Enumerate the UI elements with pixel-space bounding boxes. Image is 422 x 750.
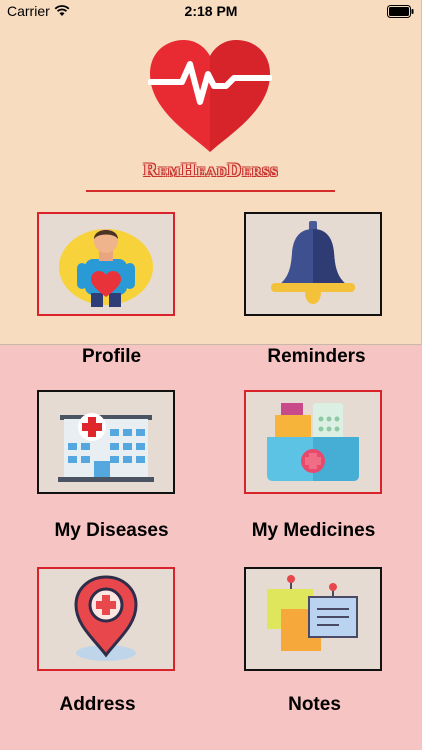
my-medicines-label: My Medicines: [251, 520, 376, 541]
status-bar: Carrier 2:18 PM: [0, 0, 422, 22]
hospital-icon: [58, 413, 154, 482]
profile-label: Profile: [81, 346, 142, 367]
reminders-label: Reminders: [267, 346, 366, 367]
notes-button[interactable]: [244, 567, 382, 671]
heart-pulse-logo-icon: [148, 40, 272, 152]
bell-icon: [271, 221, 355, 304]
clock-time: 2:18 PM: [184, 3, 238, 19]
app-title: RemHeadDerss: [143, 160, 279, 181]
title-divider: [86, 190, 335, 192]
my-diseases-button[interactable]: [37, 390, 175, 494]
address-label: Address: [59, 694, 136, 715]
profile-button[interactable]: [37, 212, 175, 316]
my-diseases-label: My Diseases: [54, 520, 169, 541]
notes-label: Notes: [288, 694, 341, 715]
profile-icon: [59, 229, 153, 307]
battery-icon: [387, 5, 414, 18]
address-button[interactable]: [37, 567, 175, 671]
location-pin-icon: [74, 575, 138, 661]
reminders-button[interactable]: [244, 212, 382, 316]
medicine-box-icon: [267, 403, 359, 481]
sticky-notes-icon: [267, 575, 358, 651]
my-medicines-button[interactable]: [244, 390, 382, 494]
